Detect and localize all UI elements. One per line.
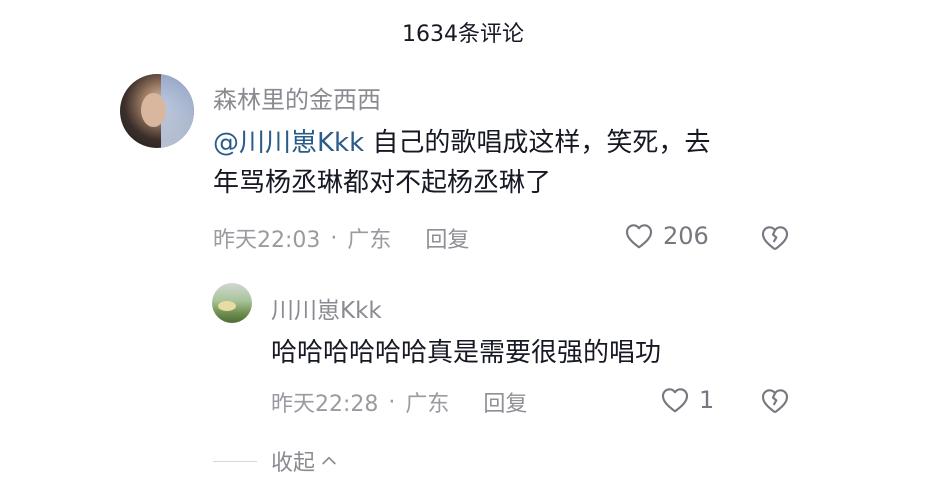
like-button[interactable]: 206: [623, 220, 709, 252]
reply-button[interactable]: 回复: [483, 386, 527, 418]
avatar-face: [140, 93, 166, 128]
comment-content: @川川崽Kkk 自己的歌唱成这样，笑死，去 年骂杨丞琳都对不起杨丞琳了: [213, 123, 813, 204]
comment-location: 广东: [347, 228, 392, 253]
divider-line: [213, 460, 257, 462]
separator-dot: ·: [388, 389, 396, 415]
broken-heart-icon[interactable]: [759, 222, 791, 254]
comment-meta: 昨天22:03 · 广东 回复: [213, 222, 469, 254]
comment-username[interactable]: 森林里的金西西: [213, 80, 381, 115]
avatar-background: [218, 301, 236, 311]
comment-time: 昨天22:28: [271, 392, 379, 417]
mention-link[interactable]: @川川崽Kkk: [213, 128, 364, 158]
chevron-up-icon: [322, 456, 336, 465]
collapse-label: 收起: [271, 451, 316, 476]
broken-heart-icon[interactable]: [759, 385, 791, 417]
collapse-replies-button[interactable]: 收起: [213, 445, 339, 477]
comment-meta: 昨天22:28 · 广东 回复: [271, 386, 527, 418]
comment-count-title: 1634条评论: [402, 22, 524, 47]
comment-text-line1: 自己的歌唱成这样，笑死，去: [364, 128, 711, 158]
comment-text: 哈哈哈哈哈哈真是需要很强的唱功: [271, 338, 662, 368]
avatar[interactable]: [212, 283, 252, 323]
comment-username[interactable]: 川川崽Kkk: [271, 291, 382, 325]
comment-location: 广东: [405, 392, 450, 417]
like-button[interactable]: 1: [659, 384, 714, 416]
comment-time: 昨天22:03: [213, 228, 321, 253]
like-count: 206: [663, 222, 709, 250]
comment-text-line2: 年骂杨丞琳都对不起杨丞琳了: [213, 168, 552, 199]
reply-button[interactable]: 回复: [425, 222, 469, 254]
separator-dot: ·: [330, 225, 338, 251]
heart-outline-icon: [625, 224, 653, 249]
avatar[interactable]: [120, 74, 194, 148]
heart-outline-icon: [661, 388, 689, 413]
like-count: 1: [699, 386, 715, 414]
